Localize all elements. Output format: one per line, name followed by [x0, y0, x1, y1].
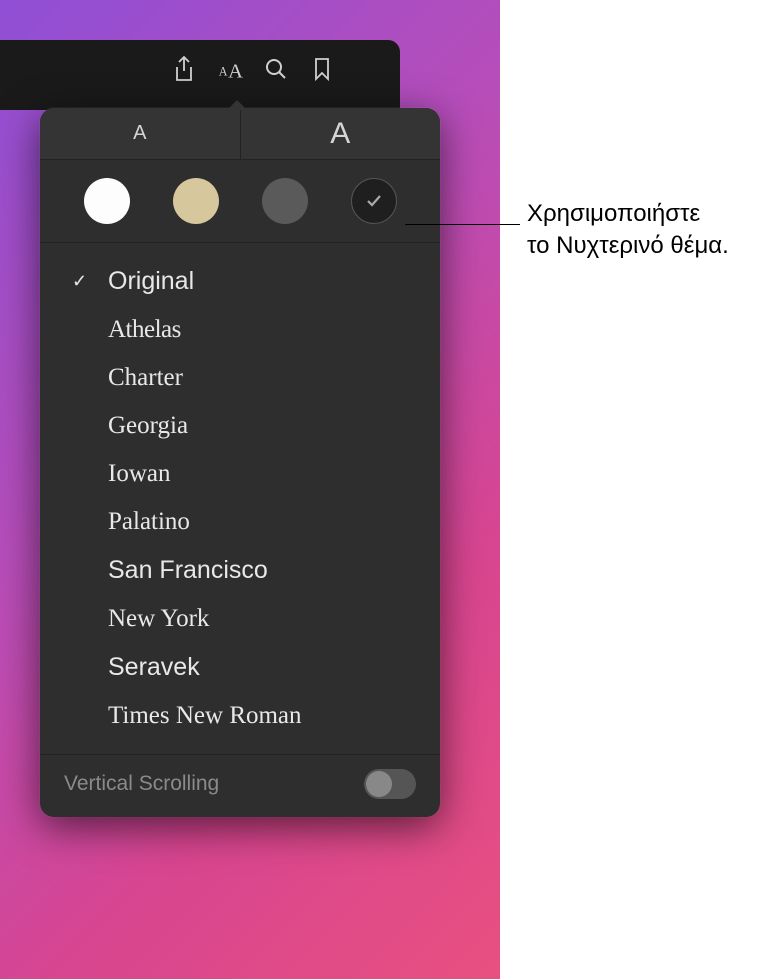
checkmark-icon: ✓ [72, 271, 87, 292]
theme-gray-button[interactable] [262, 178, 308, 224]
font-item-georgia[interactable]: Georgia [40, 402, 440, 450]
font-item-iowan[interactable]: Iowan [40, 450, 440, 498]
appearance-icon[interactable]: A A [216, 55, 244, 83]
bookmark-icon[interactable] [308, 55, 336, 83]
font-item-charter[interactable]: Charter [40, 354, 440, 402]
callout-line [405, 224, 520, 225]
font-item-new-york[interactable]: New York [40, 595, 440, 643]
toolbar: A A [170, 55, 336, 83]
decrease-font-button[interactable]: A [40, 108, 241, 159]
font-label: Athelas [108, 316, 181, 344]
theme-white-button[interactable] [84, 178, 130, 224]
font-label: Seravek [108, 653, 200, 682]
popover-arrow [227, 100, 247, 110]
callout-line-1: Χρησιμοποιήστε [527, 198, 729, 230]
vertical-scrolling-row: Vertical Scrolling [40, 754, 440, 817]
search-icon[interactable] [262, 55, 290, 83]
increase-font-label: A [330, 117, 350, 151]
font-item-times-new-roman[interactable]: Times New Roman [40, 692, 440, 740]
font-label: Times New Roman [108, 702, 302, 730]
font-list: ✓ Original Athelas Charter Georgia Iowan… [40, 243, 440, 754]
appearance-popover: A A ✓ Original Athelas Charter Georgia [40, 108, 440, 817]
decrease-font-label: A [133, 122, 146, 145]
font-label: Iowan [108, 460, 170, 488]
font-label: Original [108, 267, 194, 296]
theme-row [40, 160, 440, 243]
font-label: San Francisco [108, 556, 268, 585]
svg-text:A: A [219, 65, 228, 79]
font-item-seravek[interactable]: Seravek [40, 643, 440, 692]
font-item-athelas[interactable]: Athelas [40, 306, 440, 354]
font-label: Georgia [108, 412, 188, 440]
toggle-knob [366, 771, 392, 797]
font-label: New York [108, 605, 209, 633]
font-label: Charter [108, 364, 183, 392]
increase-font-button[interactable]: A [241, 108, 441, 159]
vertical-scrolling-toggle[interactable] [364, 769, 416, 799]
font-item-san-francisco[interactable]: San Francisco [40, 546, 440, 595]
font-label: Palatino [108, 508, 190, 536]
share-icon[interactable] [170, 55, 198, 83]
theme-sepia-button[interactable] [173, 178, 219, 224]
callout-line-2: το Νυχτερινό θέμα. [527, 230, 729, 262]
font-item-original[interactable]: ✓ Original [40, 257, 440, 306]
theme-night-button[interactable] [351, 178, 397, 224]
font-item-palatino[interactable]: Palatino [40, 498, 440, 546]
callout-text: Χρησιμοποιήστε το Νυχτερινό θέμα. [527, 198, 729, 263]
font-size-row: A A [40, 108, 440, 160]
svg-text:A: A [228, 60, 243, 80]
vertical-scrolling-label: Vertical Scrolling [64, 772, 219, 796]
checkmark-icon [364, 191, 384, 211]
